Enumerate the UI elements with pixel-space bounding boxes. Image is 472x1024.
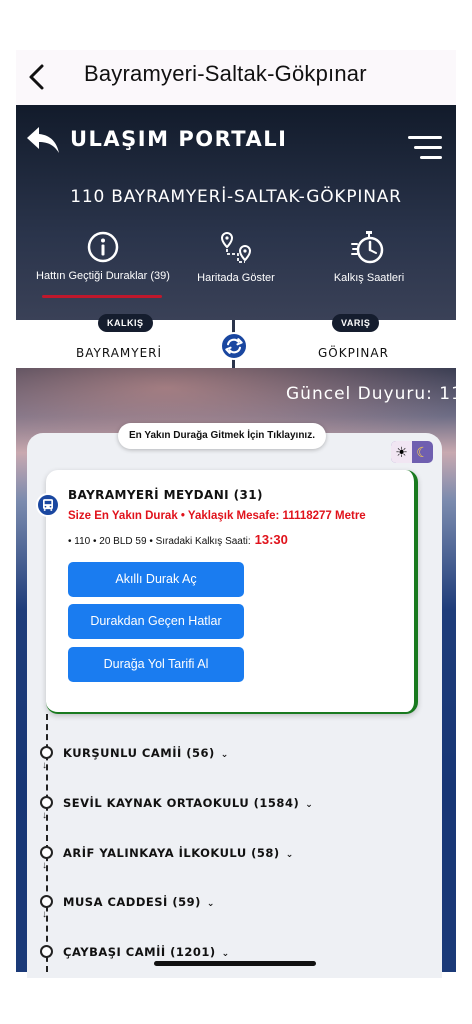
map-action-label: Haritada Göster <box>197 272 275 284</box>
stop-dot <box>40 895 53 908</box>
chevron-down-icon: ⌄ <box>220 750 229 760</box>
down-arrow-icon: ↓ <box>42 760 47 771</box>
bus-icon <box>36 493 60 517</box>
chevron-down-icon: ⌄ <box>285 850 294 860</box>
departure-info: • 110 • 20 BLD 59 • Sıradaki Kalkış Saat… <box>68 532 288 547</box>
chevron-down-icon: ⌄ <box>305 800 314 810</box>
back-arrow-icon[interactable] <box>22 62 52 92</box>
swap-direction-icon[interactable] <box>220 332 248 360</box>
stop-dot <box>40 746 53 759</box>
portal-header: ULAŞIM PORTALI 110 BAYRAMYERİ-SALTAK-GÖK… <box>16 105 456 320</box>
arrival-stop: GÖKPINAR <box>318 346 389 360</box>
navigation-bar: Bayramyeri-Saltak-Gökpınar <box>16 50 456 105</box>
stop-label: ÇAYBAŞI CAMİİ (1201) <box>63 945 216 959</box>
lines-through-stop-button[interactable]: Durakdan Geçen Hatlar <box>68 604 244 639</box>
info-icon <box>87 231 119 263</box>
down-arrow-icon: ↓ <box>42 810 47 821</box>
active-tab-indicator <box>42 295 162 298</box>
route-map-icon <box>220 231 252 263</box>
moon-icon: ☾ <box>416 444 429 460</box>
stops-action[interactable]: Hattın Geçtiği Duraklar (39) <box>30 230 176 282</box>
stop-label: MUSA CADDESİ (59) <box>63 895 201 909</box>
stop-dot <box>40 796 53 809</box>
departure-info-text: • 110 • 20 BLD 59 • Sıradaki Kalkış Saat… <box>68 536 251 547</box>
page-title: Bayramyeri-Saltak-Gökpınar <box>84 61 367 86</box>
departure-tag: KALKIŞ <box>98 314 153 332</box>
smart-stop-button[interactable]: Akıllı Durak Aç <box>68 562 244 597</box>
chevron-down-icon: ⌄ <box>206 899 215 909</box>
nearest-stop-card: BAYRAMYERİ MEYDANI (31) Size En Yakın Du… <box>46 470 418 714</box>
sun-icon: ☀ <box>391 441 412 463</box>
next-departure-time: 13:30 <box>254 532 288 547</box>
schedule-action[interactable]: Kalkış Saatleri <box>296 230 442 284</box>
down-arrow-icon: ↓ <box>42 909 47 920</box>
stop-label: SEVİL KAYNAK ORTAOKULU (1584) <box>63 796 300 810</box>
schedule-action-label: Kalkış Saatleri <box>333 272 405 284</box>
reply-arrow-icon[interactable] <box>26 125 60 155</box>
nearest-distance: Size En Yakın Durak • Yaklaşık Mesafe: 1… <box>68 510 366 522</box>
down-arrow-icon: ↓ <box>42 860 47 871</box>
directions-button[interactable]: Durağa Yol Tarifi Al <box>68 647 244 682</box>
departure-stop: BAYRAMYERİ <box>76 346 163 360</box>
stops-action-label: Hattın Geçtiği Duraklar (39) <box>36 270 170 282</box>
stop-label: ARİF YALINKAYA İLKOKULU (58) <box>63 846 280 860</box>
stop-label: KURŞUNLU CAMİİ (56) <box>63 746 215 760</box>
arrival-tag: VARIŞ <box>332 314 380 332</box>
line-title: 110 BAYRAMYERİ-SALTAK-GÖKPINAR <box>70 187 402 207</box>
stop-dot <box>40 846 53 859</box>
announcement-ticker[interactable]: Güncel Duyuru: 110 B <box>286 384 456 404</box>
portal-brand: ULAŞIM PORTALI <box>70 127 288 151</box>
theme-toggle[interactable]: ☀ ☾ <box>391 441 433 463</box>
route-bar: KALKIŞ VARIŞ BAYRAMYERİ GÖKPINAR <box>16 314 456 368</box>
home-indicator[interactable] <box>154 961 316 966</box>
stop-title: BAYRAMYERİ MEYDANI (31) <box>68 488 263 502</box>
stop-dot <box>40 945 53 958</box>
nearest-stop-button[interactable]: En Yakın Durağa Gitmek İçin Tıklayınız. <box>118 423 326 449</box>
chevron-down-icon: ⌄ <box>221 949 230 959</box>
stopwatch-icon <box>351 231 384 264</box>
map-action[interactable]: Haritada Göster <box>163 230 309 284</box>
hamburger-menu-icon[interactable] <box>408 135 442 161</box>
